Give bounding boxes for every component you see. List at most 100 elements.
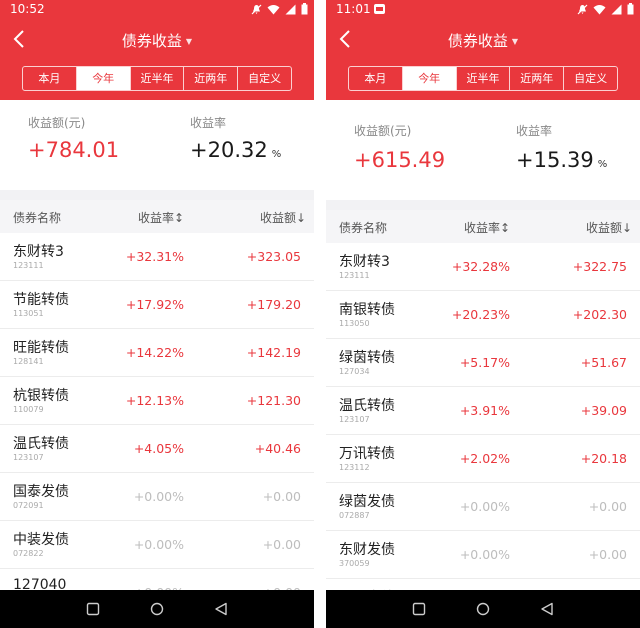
bond-code: 127034 xyxy=(339,367,370,376)
wifi-icon xyxy=(593,4,606,14)
rate-value-group: +20.32% xyxy=(190,138,281,162)
rate-unit: % xyxy=(597,159,608,170)
bond-amount: +0.00 xyxy=(262,537,301,552)
amount-value: +784.01 xyxy=(28,138,120,162)
col-name-header: 债券名称 xyxy=(13,211,62,225)
col-rate-header[interactable]: 收益率↕ xyxy=(138,209,184,226)
tab-this-year[interactable]: 今年 xyxy=(76,67,131,90)
table-header: 债券名称 收益率↕ 收益额↓ xyxy=(0,200,314,233)
bond-row[interactable]: 绿茵转债 127034 +5.17% +51.67 xyxy=(326,339,640,387)
amount-value: +615.49 xyxy=(354,148,446,172)
table-header: 债券名称 收益率↕ 收益额↓ xyxy=(326,210,640,243)
bond-rate: +4.05% xyxy=(133,441,184,456)
tab-this-year[interactable]: 今年 xyxy=(402,67,457,90)
bond-code: 072887 xyxy=(339,511,370,520)
bond-code: 128141 xyxy=(13,357,44,366)
bond-code: 123111 xyxy=(13,261,44,270)
period-tabs: 本月 今年 近半年 近两年 自定义 xyxy=(22,66,292,91)
nav-recents-icon[interactable] xyxy=(86,602,100,616)
tab-two-years[interactable]: 近两年 xyxy=(184,67,239,90)
period-tabs: 本月 今年 近半年 近两年 自定义 xyxy=(348,66,618,91)
bond-row[interactable]: 东财转3 123111 +32.28% +322.75 xyxy=(326,243,640,291)
nav-recents-icon[interactable] xyxy=(412,602,426,616)
rate-label: 收益率 xyxy=(190,116,227,130)
bond-name: 绿茵转债 xyxy=(339,350,395,366)
bond-rate: +0.00% xyxy=(459,499,510,514)
bond-amount: +51.67 xyxy=(580,355,627,370)
bond-rate: +2.02% xyxy=(459,451,510,466)
bond-amount: +121.30 xyxy=(246,393,301,408)
bond-code: 123112 xyxy=(339,463,370,472)
bond-row[interactable]: 节能转债 113051 +17.92% +179.20 xyxy=(0,281,314,329)
bond-row[interactable]: 温氏转债 123107 +3.91% +39.09 xyxy=(326,387,640,435)
bond-amount: +322.75 xyxy=(572,259,627,274)
notification-icon xyxy=(374,4,385,14)
nav-back-icon[interactable] xyxy=(214,602,228,616)
bond-rate: +5.17% xyxy=(459,355,510,370)
bond-row[interactable]: 东财发债 370059 +0.00% +0.00 xyxy=(326,531,640,579)
nav-home-icon[interactable] xyxy=(150,602,164,616)
bond-rate: +0.00% xyxy=(133,537,184,552)
bond-row[interactable]: 国泰发债 072091 +0.00% +0.00 xyxy=(0,473,314,521)
bond-list: 东财转3 123111 +32.28% +322.75 南银转债 113050 +20.23… xyxy=(326,243,640,627)
phone-screen-left: 10:52 债券收益 ▼ 本月 今年 近半年 近两年 自定义 收益额(元) +78… xyxy=(0,0,314,628)
col-rate-header[interactable]: 收益率↕ xyxy=(464,219,510,236)
bond-rate: +12.13% xyxy=(125,393,184,408)
divider xyxy=(326,200,640,210)
tab-two-years[interactable]: 近两年 xyxy=(510,67,565,90)
bond-row[interactable]: 杭银转债 110079 +12.13% +121.30 xyxy=(0,377,314,425)
bond-code: 123111 xyxy=(339,271,370,280)
period-tabbar: 本月 今年 近半年 近两年 自定义 xyxy=(0,62,314,100)
app-header: 债券收益 ▼ xyxy=(326,18,640,62)
page-title-text: 债券收益 xyxy=(121,32,182,50)
summary-panel: 收益额(元) +784.01 收益率 +20.32% xyxy=(0,100,314,190)
status-icons xyxy=(251,3,308,15)
tab-custom[interactable]: 自定义 xyxy=(238,67,291,90)
period-tabbar: 本月 今年 近半年 近两年 自定义 xyxy=(326,62,640,100)
bond-list: 东财转3 123111 +32.31% +323.05 节能转债 113051 +17.92… xyxy=(0,233,314,617)
bond-name: 杭银转债 xyxy=(13,388,69,404)
bond-name: 东财转3 xyxy=(13,244,64,260)
bond-row[interactable]: 万讯转债 123112 +2.02% +20.18 xyxy=(326,435,640,483)
system-nav-bar xyxy=(326,590,640,628)
divider xyxy=(0,190,314,200)
dropdown-caret-icon: ▼ xyxy=(511,37,519,46)
bond-name: 东财发债 xyxy=(339,542,395,558)
tab-this-month[interactable]: 本月 xyxy=(23,67,77,90)
bond-code: 072822 xyxy=(13,549,44,558)
tab-custom[interactable]: 自定义 xyxy=(564,67,617,90)
app-header: 债券收益 ▼ xyxy=(0,18,314,62)
nav-home-icon[interactable] xyxy=(476,602,490,616)
bond-code: 110079 xyxy=(13,405,44,414)
tab-half-year[interactable]: 近半年 xyxy=(131,67,185,90)
tab-half-year[interactable]: 近半年 xyxy=(457,67,511,90)
status-time: 11:01 xyxy=(336,2,371,16)
dropdown-caret-icon: ▼ xyxy=(185,37,193,46)
mute-icon xyxy=(251,4,262,14)
bond-row[interactable]: 东财转3 123111 +32.31% +323.05 xyxy=(0,233,314,281)
bond-row[interactable]: 绿茵发债 072887 +0.00% +0.00 xyxy=(326,483,640,531)
bond-name: 国泰发债 xyxy=(13,484,69,500)
nav-back-icon[interactable] xyxy=(540,602,554,616)
tab-this-month[interactable]: 本月 xyxy=(349,67,403,90)
bond-code: 072091 xyxy=(13,501,44,510)
bond-row[interactable]: 温氏转债 123107 +4.05% +40.46 xyxy=(0,425,314,473)
wifi-icon xyxy=(267,4,280,14)
bond-rate: +32.31% xyxy=(125,249,184,264)
rate-label: 收益率 xyxy=(516,124,553,138)
bond-amount: +0.00 xyxy=(588,499,627,514)
bond-row[interactable]: 南银转债 113050 +20.23% +202.30 xyxy=(326,291,640,339)
bond-amount: +202.30 xyxy=(572,307,627,322)
rate-value: +15.39 xyxy=(516,148,594,172)
bond-row[interactable]: 中装发债 072822 +0.00% +0.00 xyxy=(0,521,314,569)
page-title-text: 债券收益 xyxy=(447,32,508,50)
page-title[interactable]: 债券收益 ▼ xyxy=(0,30,314,51)
status-time: 10:52 xyxy=(10,2,45,16)
amount-label: 收益额(元) xyxy=(28,116,86,130)
amount-label: 收益额(元) xyxy=(354,124,412,138)
col-amount-header[interactable]: 收益额↓ xyxy=(586,219,632,236)
col-name-header: 债券名称 xyxy=(339,221,388,235)
page-title[interactable]: 债券收益 ▼ xyxy=(326,30,640,51)
col-amount-header[interactable]: 收益额↓ xyxy=(260,209,306,226)
bond-row[interactable]: 旺能转债 128141 +14.22% +142.19 xyxy=(0,329,314,377)
